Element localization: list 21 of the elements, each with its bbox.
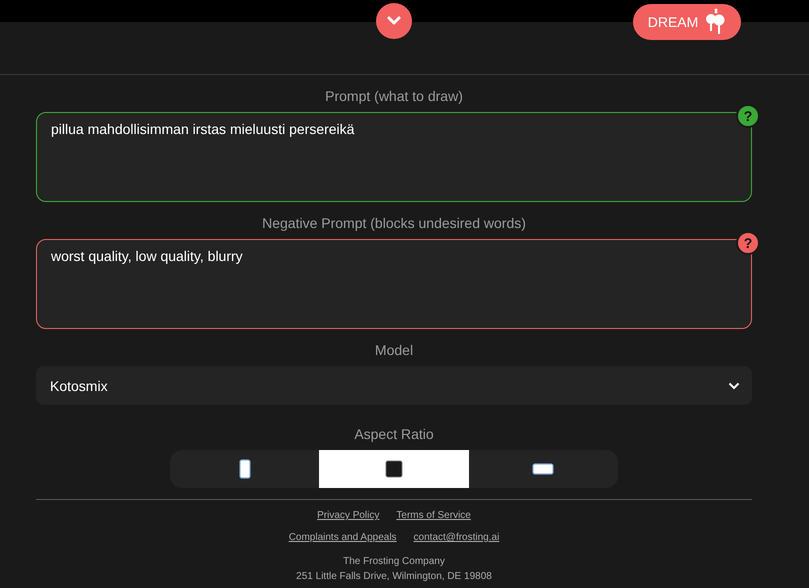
cherries-icon bbox=[704, 8, 726, 36]
help-icon[interactable]: ? bbox=[736, 231, 760, 255]
help-icon[interactable]: ? bbox=[736, 104, 760, 128]
model-select[interactable]: Kotosmix bbox=[36, 366, 752, 405]
field-label: Model bbox=[374, 341, 414, 359]
footer-link[interactable]: Terms of Service bbox=[396, 510, 471, 521]
field-label: Aspect Ratio bbox=[353, 425, 435, 443]
field-label: Prompt (what to draw) bbox=[324, 87, 464, 105]
landscape-icon bbox=[532, 463, 554, 475]
company-address: 251 Little Falls Drive, Wilmington, DE 19808 bbox=[296, 570, 492, 584]
square-icon bbox=[384, 460, 403, 478]
phone-icon bbox=[238, 459, 251, 479]
company-name: The Frosting Company bbox=[343, 555, 445, 569]
footer-link[interactable]: Privacy Policy bbox=[317, 510, 380, 521]
collapse-button[interactable] bbox=[376, 3, 412, 39]
chevron-down-icon bbox=[728, 382, 740, 390]
footer-link[interactable]: contact@frosting.ai bbox=[414, 532, 500, 543]
chevron-down-icon bbox=[387, 16, 401, 26]
aspect-option[interactable] bbox=[319, 450, 469, 488]
footer-link[interactable]: Complaints and Appeals bbox=[288, 532, 397, 543]
field-label: Negative Prompt (blocks undesired words) bbox=[261, 214, 527, 232]
